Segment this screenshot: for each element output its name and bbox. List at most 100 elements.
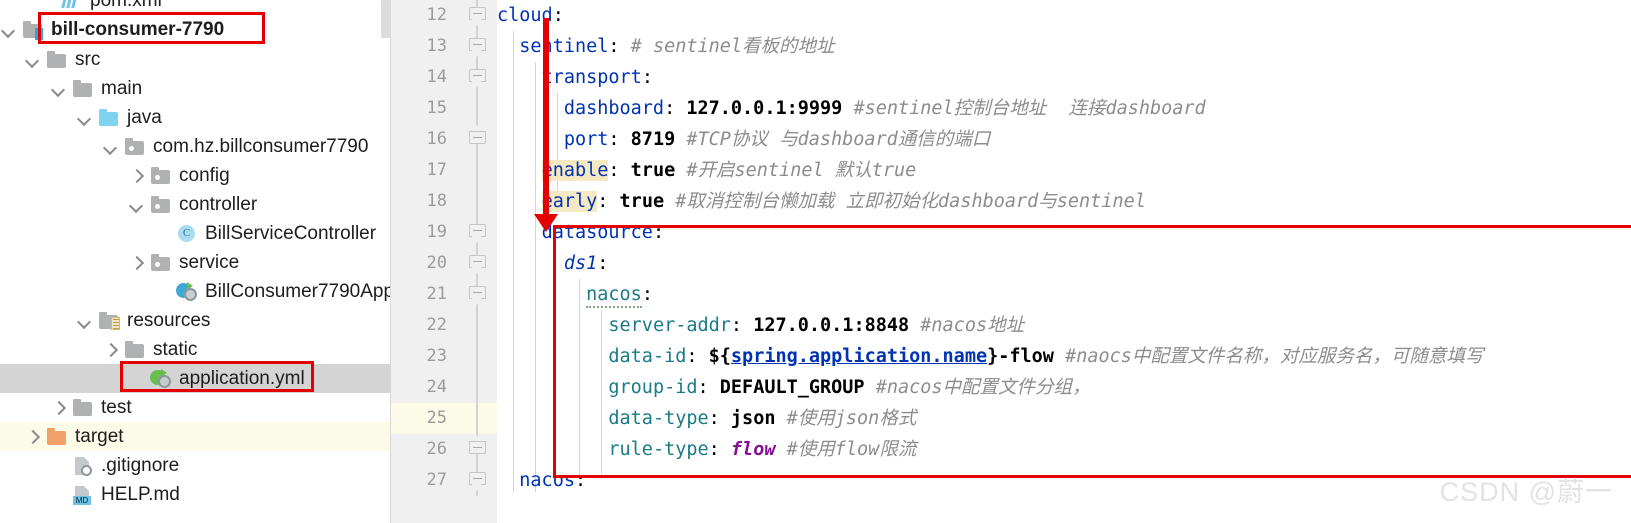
yaml-key: rule-type bbox=[608, 439, 709, 460]
tree-row-gitignore[interactable]: .gitignore bbox=[0, 451, 391, 480]
fold-stem-line-17 bbox=[467, 155, 487, 186]
chevron-down-icon[interactable] bbox=[76, 312, 93, 329]
gitignore-file-icon bbox=[72, 456, 94, 476]
yaml-key: group-id bbox=[608, 377, 698, 398]
twisty-placeholder-icon bbox=[154, 283, 171, 300]
fold-stem-line-18 bbox=[467, 186, 487, 217]
code-editor[interactable]: 12 13 14 15 16 17 18 19 20 21 22 23 24 2… bbox=[391, 0, 1631, 523]
markdown-file-icon: MD bbox=[72, 485, 94, 505]
spring-boot-app-icon bbox=[176, 281, 198, 302]
line-number: 23 bbox=[426, 346, 447, 366]
tree-row-package-root[interactable]: com.hz.billconsumer7790 bbox=[0, 132, 391, 161]
project-tree-scrollbar[interactable] bbox=[381, 0, 390, 38]
comment: #取消控制台懒加载 立即初始化dashboard与sentinel bbox=[675, 191, 1146, 212]
chevron-down-icon[interactable] bbox=[76, 109, 93, 126]
code-line-16[interactable]: port: 8719 #TCP协议 与dashboard通信的端口 bbox=[497, 124, 1631, 155]
chevron-right-icon[interactable] bbox=[102, 341, 119, 358]
code-line-17[interactable]: enable: true #开启sentinel 默认true bbox=[497, 155, 1631, 186]
fold-marker-line-12[interactable] bbox=[467, 0, 487, 31]
package-folder-icon bbox=[150, 253, 172, 273]
yaml-key: data-type bbox=[608, 408, 709, 429]
annotation-arrow-shaft bbox=[543, 18, 549, 216]
code-line-18[interactable]: early: true #取消控制台懒加载 立即初始化dashboard与sen… bbox=[497, 186, 1631, 217]
comment: #naocs中配置文件名称，对应服务名，可随意填写 bbox=[1065, 346, 1484, 367]
yaml-key: early bbox=[541, 191, 598, 212]
fold-stem-line-24 bbox=[467, 372, 487, 403]
yaml-key: nacos bbox=[586, 284, 642, 308]
tree-row-bill-service-controller[interactable]: C BillServiceController bbox=[0, 219, 391, 248]
fold-marker-line-19[interactable] bbox=[467, 217, 487, 248]
yaml-value: 8719 bbox=[630, 129, 676, 150]
chevron-down-icon[interactable] bbox=[24, 51, 41, 68]
line-number: 19 bbox=[426, 222, 447, 242]
fold-marker-line-14[interactable] bbox=[467, 62, 487, 93]
yaml-key: server-addr bbox=[608, 315, 731, 336]
tree-row-help-md[interactable]: MD HELP.md bbox=[0, 480, 391, 509]
tree-row-spring-boot-application[interactable]: BillConsumer7790Application bbox=[0, 277, 391, 306]
tree-row-main[interactable]: main bbox=[0, 74, 391, 103]
chevron-right-icon[interactable] bbox=[50, 399, 67, 416]
fold-marker-line-13[interactable] bbox=[467, 31, 487, 62]
tree-row-pom-xml[interactable]: pom.xml bbox=[0, 0, 391, 15]
chevron-down-icon[interactable] bbox=[102, 138, 119, 155]
chevron-down-icon[interactable] bbox=[0, 21, 17, 38]
code-line-12[interactable]: cloud: bbox=[497, 0, 1631, 31]
code-line-25[interactable]: data-type: json #使用json格式 bbox=[497, 403, 1631, 434]
line-number: 21 bbox=[426, 284, 447, 304]
chevron-down-icon[interactable] bbox=[128, 196, 145, 213]
colon: : bbox=[708, 408, 731, 429]
yaml-key: sentinel bbox=[519, 36, 609, 57]
fold-marker-line-21[interactable] bbox=[467, 279, 487, 310]
property-reference-link[interactable]: spring.application.name bbox=[731, 346, 987, 367]
yaml-key: dashboard bbox=[563, 98, 665, 119]
fold-marker-line-16[interactable] bbox=[467, 124, 487, 155]
code-line-22[interactable]: server-addr: 127.0.0.1:8848 #nacos地址 bbox=[497, 310, 1631, 341]
line-number: 17 bbox=[426, 160, 447, 180]
code-line-19[interactable]: datasource: bbox=[497, 217, 1631, 248]
yaml-value: flow bbox=[730, 439, 776, 460]
tree-row-target[interactable]: target bbox=[0, 422, 391, 451]
ide-window: pom.xml bill-consumer-7790 src main java… bbox=[0, 0, 1631, 523]
chevron-right-icon[interactable] bbox=[128, 254, 145, 271]
annotation-arrow-head bbox=[534, 214, 558, 232]
tree-row-resources[interactable]: resources bbox=[0, 306, 391, 335]
tree-row-static[interactable]: static bbox=[0, 335, 391, 364]
tree-row-java[interactable]: java bbox=[0, 103, 391, 132]
line-number: 24 bbox=[426, 377, 447, 397]
code-line-26[interactable]: rule-type: flow #使用flow限流 bbox=[497, 434, 1631, 465]
chevron-down-icon[interactable] bbox=[50, 80, 67, 97]
fold-marker-line-27[interactable] bbox=[467, 465, 487, 496]
code-line-14[interactable]: transport: bbox=[497, 62, 1631, 93]
fold-marker-line-26[interactable] bbox=[467, 434, 487, 465]
colon: : bbox=[597, 253, 609, 274]
tree-item-label: static bbox=[153, 339, 198, 360]
tree-row-config[interactable]: config bbox=[0, 161, 391, 190]
colon: : bbox=[574, 470, 587, 491]
code-text-area[interactable]: cloud: sentinel: # sentinel看板的地址 transpo… bbox=[497, 0, 1631, 523]
comment: # sentinel看板的地址 bbox=[630, 36, 835, 57]
line-number: 13 bbox=[426, 36, 447, 56]
fold-stem-line-15 bbox=[467, 93, 487, 124]
tree-row-service[interactable]: service bbox=[0, 248, 391, 277]
code-line-15[interactable]: dashboard: 127.0.0.1:9999 #sentinel控制台地址… bbox=[497, 93, 1631, 124]
chevron-right-icon[interactable] bbox=[24, 428, 41, 445]
fold-marker-line-20[interactable] bbox=[467, 248, 487, 279]
comment: #开启sentinel 默认true bbox=[686, 160, 917, 181]
colon: : bbox=[730, 315, 754, 336]
code-line-21[interactable]: nacos: bbox=[497, 279, 1631, 310]
code-line-20[interactable]: ds1: bbox=[497, 248, 1631, 279]
code-line-23[interactable]: data-id: ${spring.application.name}-flow… bbox=[497, 341, 1631, 372]
chevron-right-icon[interactable] bbox=[128, 167, 145, 184]
code-line-13[interactable]: sentinel: # sentinel看板的地址 bbox=[497, 31, 1631, 62]
tree-row-controller[interactable]: controller bbox=[0, 190, 391, 219]
comment: #TCP协议 与dashboard通信的端口 bbox=[686, 129, 991, 150]
code-line-24[interactable]: group-id: DEFAULT_GROUP #nacos中配置文件分组， bbox=[497, 372, 1631, 403]
tree-row-src[interactable]: src bbox=[0, 45, 391, 74]
project-tree-panel[interactable]: pom.xml bill-consumer-7790 src main java… bbox=[0, 0, 391, 523]
tree-row-test[interactable]: test bbox=[0, 393, 391, 422]
tree-row-bill-consumer-7790[interactable]: bill-consumer-7790 bbox=[0, 15, 391, 44]
tree-row-application-yml[interactable]: application.yml bbox=[0, 364, 391, 393]
yaml-value: DEFAULT_GROUP bbox=[719, 377, 865, 398]
